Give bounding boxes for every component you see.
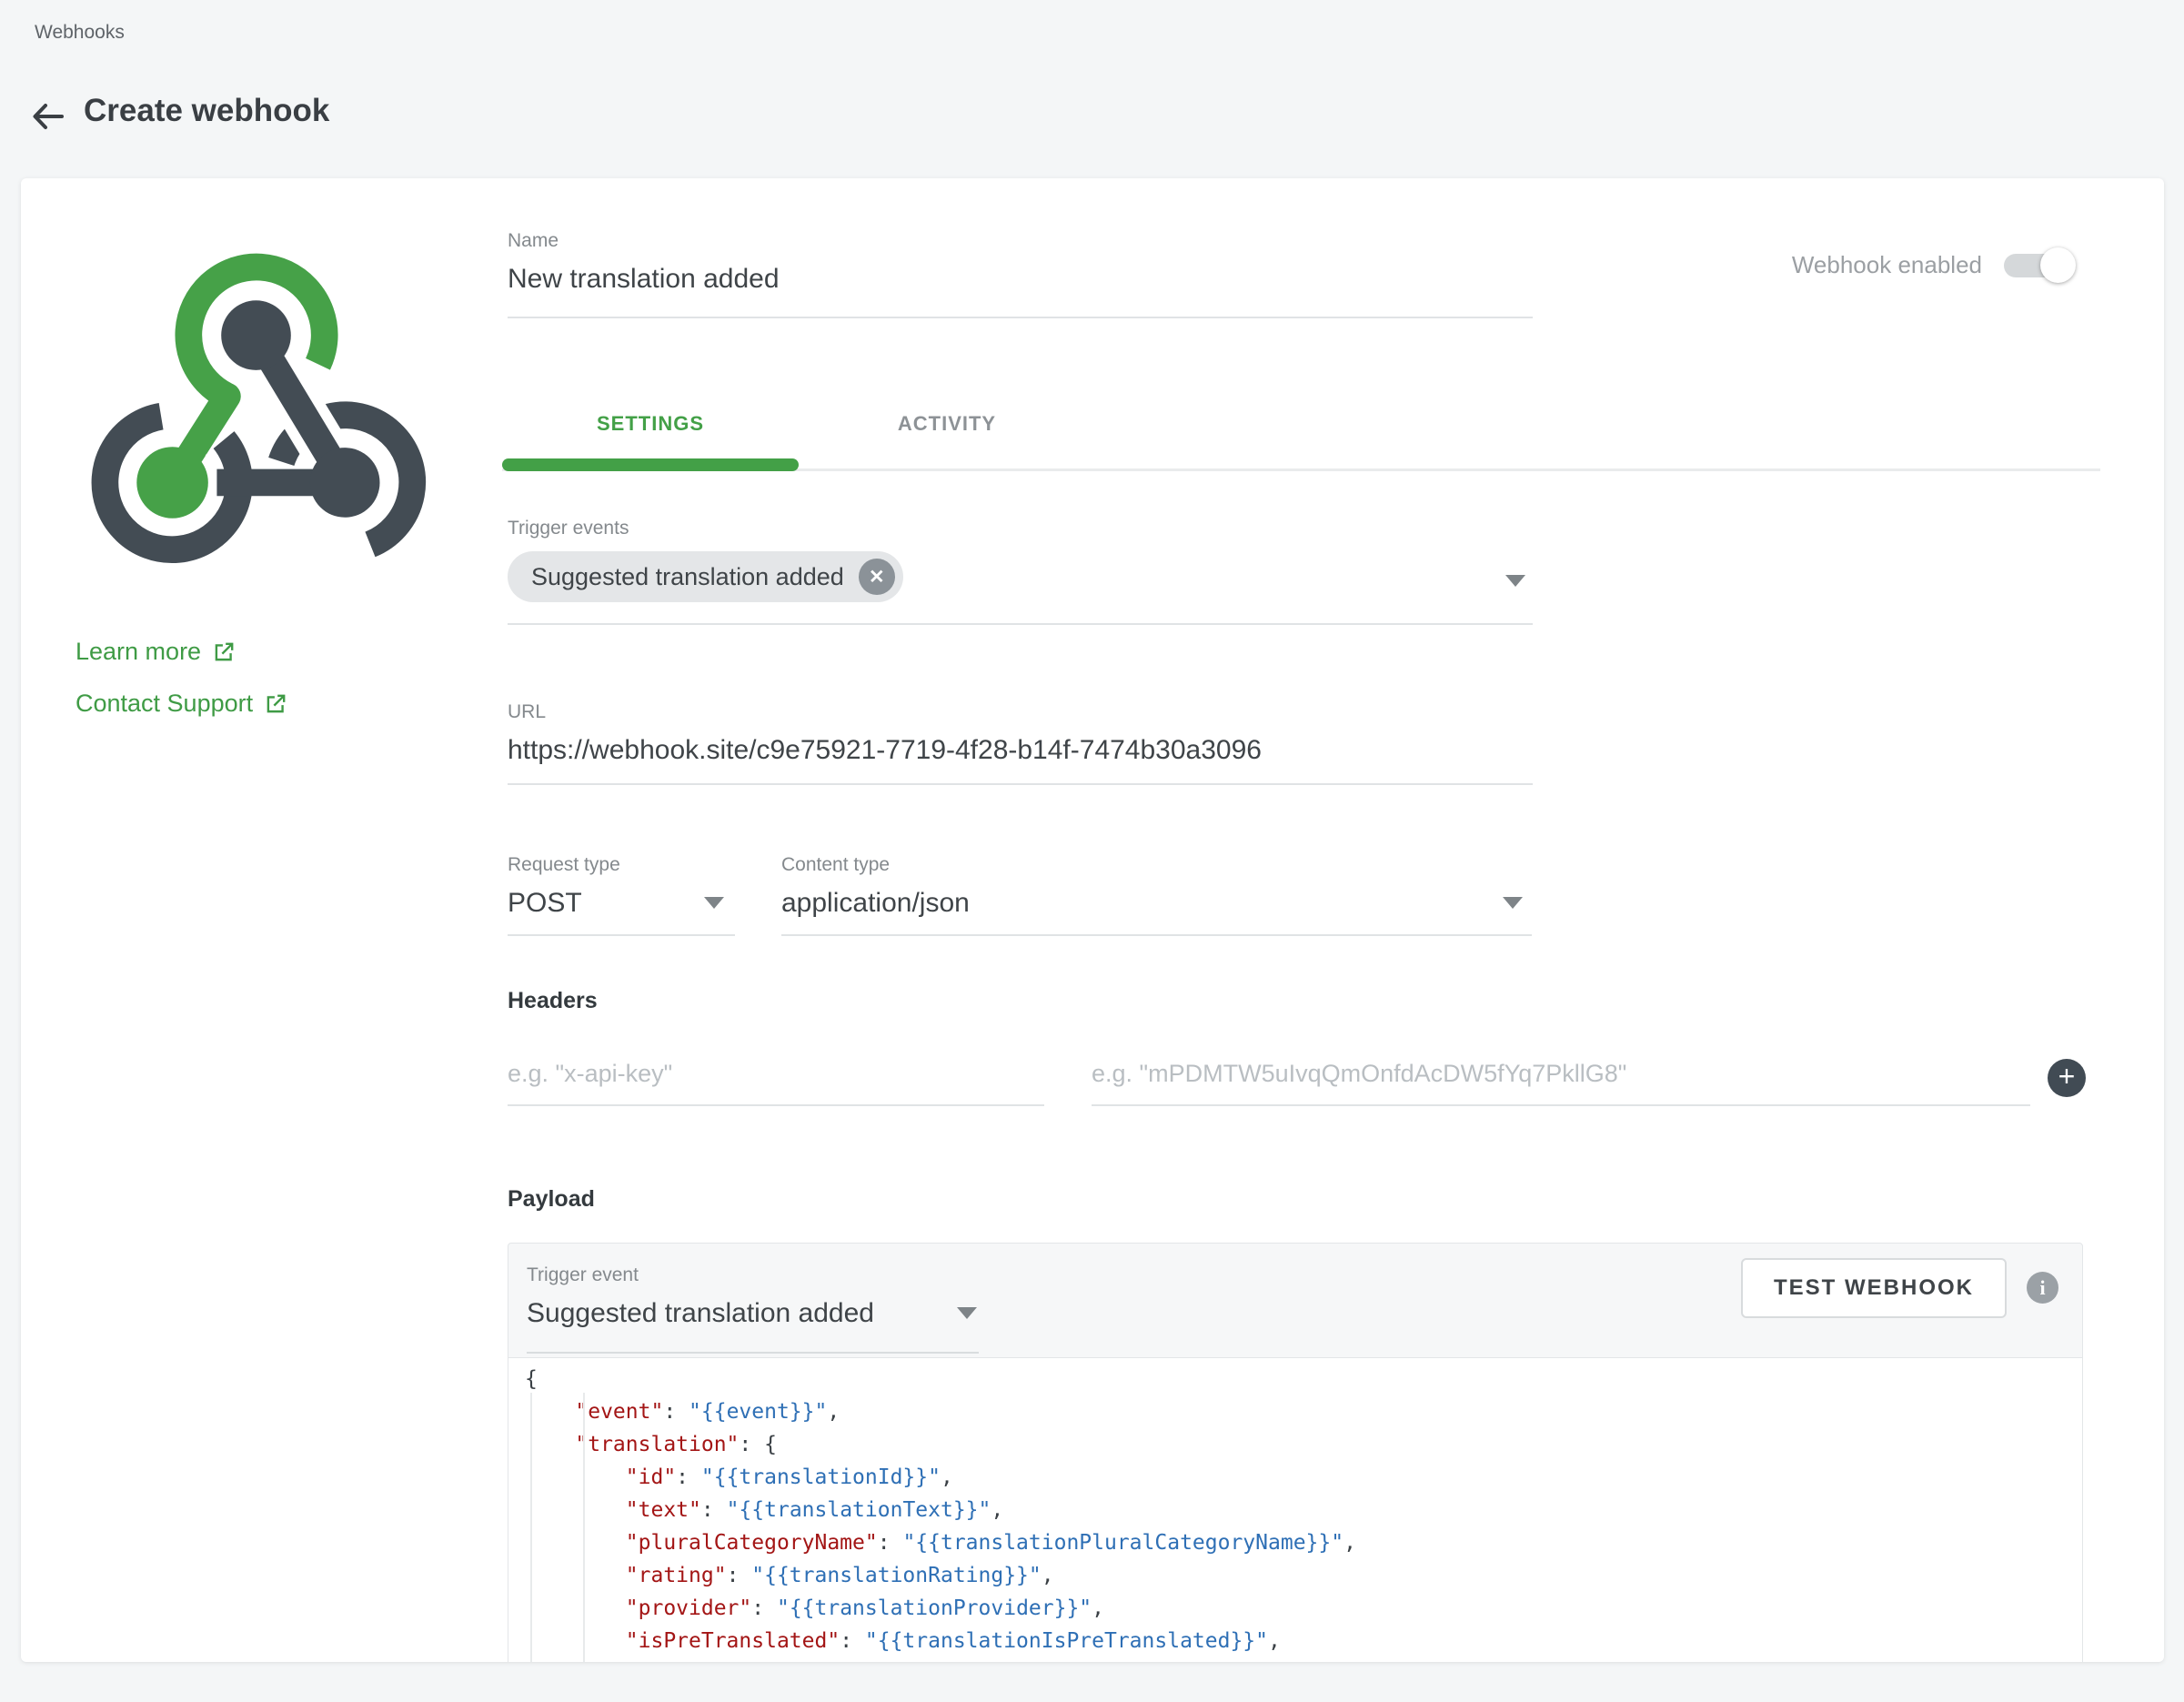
- external-link-icon: [264, 692, 287, 716]
- test-webhook-button[interactable]: TEST WEBHOOK: [1741, 1258, 2007, 1318]
- indent-guide: [583, 1393, 585, 1662]
- create-webhook-page: Webhooks Create webhook: [0, 0, 2184, 1702]
- trigger-events-chips: Suggested translation added ✕: [508, 551, 1533, 602]
- chevron-down-icon: [957, 1307, 977, 1319]
- payload-panel: Trigger event Suggested translation adde…: [508, 1243, 2083, 1662]
- page-title: Create webhook: [84, 93, 329, 129]
- back-button[interactable]: [28, 96, 68, 136]
- external-link-icon: [212, 640, 236, 664]
- payload-trigger-event-label: Trigger event: [527, 1264, 979, 1287]
- request-type-value: POST: [508, 885, 735, 921]
- header-key-input[interactable]: [508, 1055, 1044, 1092]
- webhook-card: Learn more Contact Support Name Webhook …: [21, 178, 2164, 1662]
- info-icon[interactable]: i: [2027, 1272, 2058, 1304]
- contact-support-link[interactable]: Contact Support: [75, 690, 287, 718]
- request-type-label: Request type: [508, 853, 735, 877]
- chevron-down-icon[interactable]: [1505, 575, 1525, 587]
- content-type-value: application/json: [781, 885, 1532, 921]
- trigger-events-label: Trigger events: [508, 517, 1533, 540]
- code-line: "createdAt": "{{translationCreatedAt}}",: [525, 1657, 2082, 1662]
- learn-more-link[interactable]: Learn more: [75, 638, 236, 666]
- code-line: {: [525, 1363, 2082, 1395]
- request-type-select[interactable]: Request type POST: [508, 853, 735, 936]
- webhook-enabled-label: Webhook enabled: [1792, 251, 1982, 279]
- code-line: "translation": {: [525, 1428, 2082, 1461]
- add-header-button[interactable]: +: [2048, 1059, 2086, 1097]
- url-field: URL: [508, 700, 1533, 785]
- header-value-input[interactable]: [1092, 1055, 2030, 1092]
- indent-guide: [530, 1393, 532, 1662]
- close-icon[interactable]: ✕: [859, 559, 895, 595]
- toggle-knob: [2040, 247, 2076, 283]
- code-line: "text": "{{translationText}}",: [525, 1494, 2082, 1526]
- contact-support-label: Contact Support: [75, 690, 253, 718]
- code-line: "provider": "{{translationProvider}}",: [525, 1592, 2082, 1625]
- tab-settings[interactable]: SETTINGS: [502, 378, 799, 468]
- code-line: "id": "{{translationId}}",: [525, 1461, 2082, 1494]
- code-line: "rating": "{{translationRating}}",: [525, 1559, 2082, 1592]
- name-field: Name: [508, 229, 1533, 318]
- payload-section-title: Payload: [508, 1186, 595, 1213]
- back-arrow-icon: [28, 126, 68, 139]
- payload-code[interactable]: { "event": "{{event}}", "translation": {…: [508, 1358, 2082, 1662]
- name-input[interactable]: [508, 261, 1533, 297]
- chevron-down-icon: [1503, 897, 1523, 909]
- code-line: "event": "{{event}}",: [525, 1395, 2082, 1428]
- headers-section-title: Headers: [508, 988, 598, 1014]
- payload-trigger-event-value: Suggested translation added: [527, 1295, 979, 1332]
- content-type-select[interactable]: Content type application/json: [781, 853, 1532, 936]
- payload-trigger-event-select[interactable]: Trigger event Suggested translation adde…: [527, 1264, 979, 1354]
- content-type-label: Content type: [781, 853, 1532, 877]
- webhook-logo: [57, 224, 476, 620]
- header-value-field: [1092, 1041, 2030, 1106]
- header-key-field: [508, 1041, 1044, 1106]
- code-line: "pluralCategoryName": "{{translationPlur…: [525, 1526, 2082, 1559]
- trigger-events-field[interactable]: Trigger events Suggested translation add…: [508, 517, 1533, 625]
- plus-icon: +: [2058, 1060, 2076, 1093]
- tab-bar: SETTINGS ACTIVITY: [502, 378, 2100, 471]
- url-label: URL: [508, 700, 1533, 724]
- chip-label: Suggested translation added: [531, 563, 844, 591]
- name-label: Name: [508, 229, 1533, 253]
- webhook-enabled-toggle[interactable]: [2004, 254, 2073, 277]
- code-line: "isPreTranslated": "{{translationIsPreTr…: [525, 1625, 2082, 1657]
- trigger-event-chip: Suggested translation added ✕: [508, 551, 903, 602]
- url-input[interactable]: [508, 732, 1533, 769]
- active-tab-indicator: [502, 458, 799, 471]
- payload-panel-header: Trigger event Suggested translation adde…: [508, 1244, 2082, 1358]
- breadcrumb[interactable]: Webhooks: [35, 22, 125, 44]
- webhook-enabled-row: Webhook enabled: [1792, 251, 2073, 279]
- tab-activity[interactable]: ACTIVITY: [799, 378, 1095, 468]
- learn-more-label: Learn more: [75, 638, 201, 666]
- chevron-down-icon: [704, 897, 724, 909]
